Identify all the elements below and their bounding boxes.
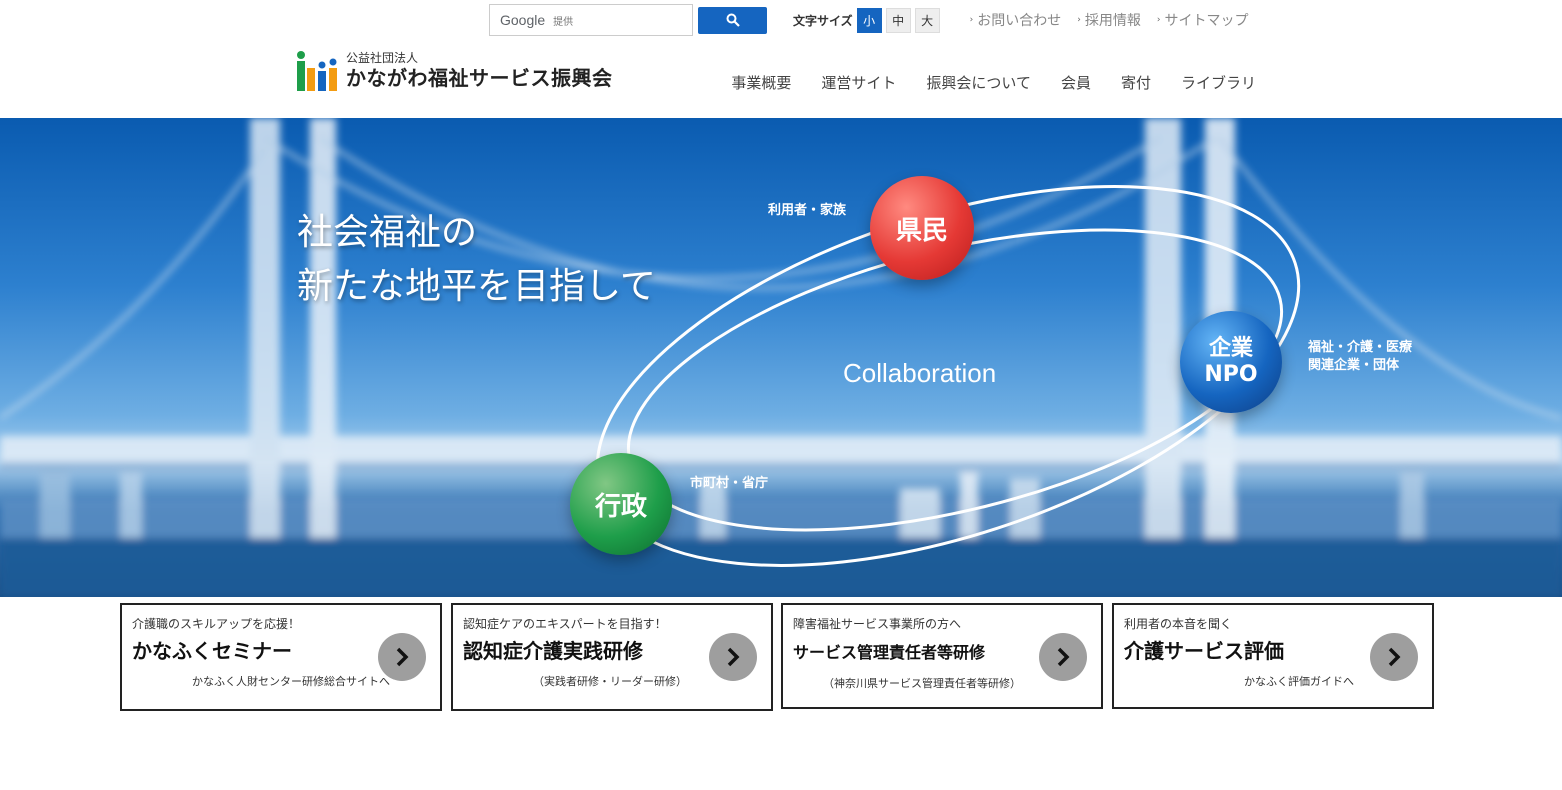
- arrow-right-icon[interactable]: [709, 633, 757, 681]
- utility-bar: Google 提供 文字サイズ 小 中 大 › お問い合わせ › 採用情報 › サイト…: [489, 4, 1264, 36]
- kenmin-ball: 県民: [870, 176, 974, 280]
- service-manager-training-card[interactable]: 障害福祉サービス事業所の方へ サービス管理責任者等研修 （神奈川県サービス管理責…: [781, 603, 1103, 709]
- nav-item-about[interactable]: 振興会について: [926, 72, 1031, 93]
- search-icon: [726, 13, 740, 27]
- logo-title: かながわ福祉サービス振興会: [346, 66, 613, 90]
- kenmin-label: 利用者・家族: [768, 203, 847, 218]
- site-logo[interactable]: 公益社団法人 かながわ福祉サービス振興会: [296, 50, 613, 92]
- search-button[interactable]: [698, 6, 767, 34]
- nav-item-library[interactable]: ライブラリ: [1181, 72, 1256, 93]
- kigyo-npo-label: 福祉・介護・医療 関連企業・団体: [1308, 340, 1413, 373]
- arrow-right-icon[interactable]: [1370, 633, 1418, 681]
- search-brand: Google: [500, 12, 546, 28]
- logo-subtitle: 公益社団法人: [346, 51, 419, 65]
- font-size-medium-button[interactable]: 中: [885, 7, 911, 33]
- gyosei-ball: 行政: [570, 453, 672, 555]
- seminar-card[interactable]: 介護職のスキルアップを応援！ かなふくセミナー かなふく人財センター研修総合サイ…: [120, 603, 442, 711]
- arrow-right-icon[interactable]: [378, 633, 426, 681]
- chevron-right-icon: ›: [1156, 15, 1161, 25]
- global-nav: 事業概要 運営サイト 振興会について 会員 寄付 ライブラリ: [701, 72, 1256, 93]
- logo-mark-icon: [297, 51, 337, 91]
- kigyo-npo-ball: 企業 NPO: [1180, 311, 1282, 413]
- font-size-label: 文字サイズ: [793, 13, 853, 28]
- arrow-right-icon[interactable]: [1039, 633, 1087, 681]
- utility-links: › お問い合わせ › 採用情報 › サイトマップ: [970, 10, 1265, 30]
- dementia-training-card[interactable]: 認知症ケアのエキスパートを目指す！ 認知症介護実践研修 （実践者研修・リーダー研…: [451, 603, 773, 711]
- font-size-large-button[interactable]: 大: [914, 7, 940, 33]
- search-provider-label: 提供: [553, 16, 574, 28]
- nav-item-sites[interactable]: 運営サイト: [821, 72, 896, 93]
- recruit-link[interactable]: › 採用情報: [1077, 10, 1141, 30]
- sitemap-link[interactable]: › サイトマップ: [1157, 10, 1249, 30]
- search-input[interactable]: Google 提供: [489, 4, 693, 36]
- nav-item-overview[interactable]: 事業概要: [731, 72, 791, 93]
- care-service-evaluation-card[interactable]: 利用者の本音を聞く 介護サービス評価 かなふく評価ガイドへ: [1112, 603, 1434, 709]
- gyosei-label: 市町村・省庁: [690, 476, 769, 491]
- hero-banner: 社会福祉の 新たな地平を目指して Collaboration 県民 利用者・家族…: [0, 118, 1562, 597]
- nav-item-donation[interactable]: 寄付: [1121, 72, 1151, 93]
- chevron-right-icon: ›: [1077, 15, 1081, 25]
- hero-title: 社会福祉の 新たな地平を目指して: [297, 212, 656, 307]
- collaboration-label: Collaboration: [843, 358, 997, 388]
- nav-item-members[interactable]: 会員: [1061, 72, 1091, 93]
- font-size-small-button[interactable]: 小: [856, 7, 882, 33]
- logo-text: 公益社団法人 かながわ福祉サービス振興会: [346, 51, 613, 91]
- contact-link[interactable]: › お問い合わせ: [970, 10, 1062, 30]
- chevron-right-icon: ›: [969, 15, 974, 25]
